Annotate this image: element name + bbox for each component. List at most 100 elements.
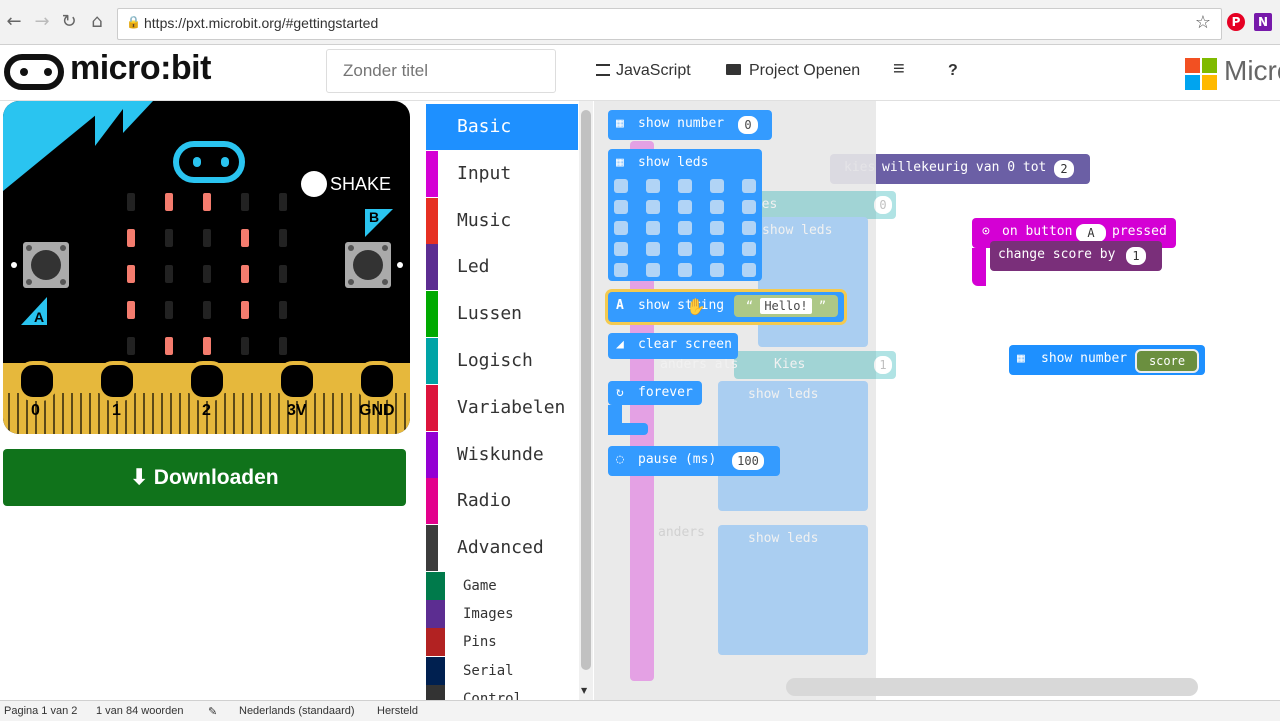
show-leds-cell[interactable] bbox=[614, 221, 628, 235]
show-leds-cell[interactable] bbox=[742, 179, 756, 193]
button-dropdown[interactable]: A bbox=[1076, 224, 1106, 242]
scroll-down-arrow-icon[interactable]: ▼ bbox=[581, 686, 587, 695]
show-leds-cell[interactable] bbox=[614, 179, 628, 193]
microbit-simulator[interactable]: SHAKE A B 0 1 2 3V GND bbox=[3, 101, 410, 434]
pinterest-icon[interactable]: P bbox=[1227, 13, 1245, 31]
toolbox: Basic Input Music Led Lussen Logisch Variabele… bbox=[424, 101, 595, 700]
clear-screen-block[interactable]: ◢ clear screen bbox=[608, 333, 738, 359]
pin-2[interactable] bbox=[187, 361, 227, 401]
show-number-block[interactable]: ▦ show number 0 bbox=[608, 110, 772, 140]
show-leds-cell[interactable] bbox=[710, 263, 724, 277]
toolbox-scroll-thumb[interactable] bbox=[581, 110, 591, 670]
ghost-anders-als: anders als bbox=[660, 357, 739, 372]
show-leds-grid[interactable] bbox=[612, 177, 762, 277]
change-score-value[interactable]: 1 bbox=[1126, 247, 1146, 265]
category-logisch[interactable]: Logisch bbox=[426, 338, 578, 384]
show-leds-cell[interactable] bbox=[678, 200, 692, 214]
download-button[interactable]: ⬇ Downloaden bbox=[3, 449, 406, 506]
show-leds-cell[interactable] bbox=[710, 221, 724, 235]
ghost-show-leds-label-1: show leds bbox=[748, 387, 819, 402]
led-off bbox=[203, 301, 211, 319]
javascript-button[interactable]: JavaScript bbox=[596, 62, 691, 80]
show-number-score-block[interactable]: ▦ show number score bbox=[1009, 345, 1205, 375]
microsoft-logo-icon[interactable] bbox=[1185, 58, 1217, 90]
show-leds-cell[interactable] bbox=[614, 200, 628, 214]
open-quote-icon: “ bbox=[745, 299, 761, 313]
forward-icon[interactable]: → bbox=[30, 10, 54, 34]
reload-icon[interactable]: ↻ bbox=[57, 10, 81, 34]
pin-gnd[interactable] bbox=[357, 361, 397, 401]
show-leds-cell[interactable] bbox=[710, 200, 724, 214]
workspace-horizontal-scrollbar[interactable] bbox=[786, 678, 1198, 696]
show-number-value[interactable]: 0 bbox=[738, 116, 758, 134]
hand-cursor-icon: ✋ bbox=[686, 297, 706, 316]
show-leds-cell[interactable] bbox=[742, 221, 756, 235]
score-variable[interactable]: score bbox=[1135, 349, 1199, 373]
brand-name[interactable]: micro:bit bbox=[70, 49, 211, 88]
show-leds-cell[interactable] bbox=[742, 200, 756, 214]
show-leds-cell[interactable] bbox=[646, 263, 660, 277]
category-lussen[interactable]: Lussen bbox=[426, 291, 578, 338]
show-leds-cell[interactable] bbox=[614, 242, 628, 256]
show-leds-cell[interactable] bbox=[742, 242, 756, 256]
category-led[interactable]: Led bbox=[426, 244, 578, 291]
help-button[interactable]: ? bbox=[948, 62, 958, 80]
pin-0[interactable] bbox=[17, 361, 57, 401]
show-leds-cell[interactable] bbox=[710, 179, 724, 193]
show-leds-cell[interactable] bbox=[678, 242, 692, 256]
show-leds-cell[interactable] bbox=[646, 242, 660, 256]
project-title-input[interactable] bbox=[326, 49, 556, 93]
subcategory-control[interactable]: Control bbox=[426, 684, 578, 700]
category-music[interactable]: Music bbox=[426, 197, 578, 244]
show-leds-cell[interactable] bbox=[678, 221, 692, 235]
subcategory-pins[interactable]: Pins bbox=[426, 628, 578, 657]
change-score-block[interactable]: change score by 1 bbox=[990, 241, 1162, 271]
subcategory-serial[interactable]: Serial bbox=[426, 656, 578, 685]
show-leds-cell[interactable] bbox=[646, 179, 660, 193]
pause-block[interactable]: ◌ pause (ms) 100 bbox=[608, 446, 780, 476]
show-leds-cell[interactable] bbox=[614, 263, 628, 277]
blocks-workspace[interactable]: kies willekeurig van 0 tot 2 ⊙ on button… bbox=[594, 101, 1280, 700]
show-leds-block[interactable]: ▦ show leds bbox=[608, 149, 762, 281]
home-icon[interactable]: ⌂ bbox=[85, 10, 109, 34]
show-leds-cell[interactable] bbox=[710, 242, 724, 256]
forever-block[interactable]: ↻ forever bbox=[608, 381, 702, 405]
show-string-icon: A bbox=[616, 298, 624, 313]
back-icon[interactable]: ← bbox=[2, 10, 26, 34]
show-string-value[interactable]: “ Hello! ” bbox=[734, 295, 838, 317]
category-input[interactable]: Input bbox=[426, 150, 578, 197]
pin-3v[interactable] bbox=[277, 361, 317, 401]
category-radio[interactable]: Radio bbox=[426, 478, 578, 525]
microbit-logo-icon[interactable] bbox=[4, 54, 64, 90]
category-variabelen[interactable]: Variabelen bbox=[426, 384, 578, 431]
onenote-icon[interactable]: N bbox=[1254, 13, 1272, 31]
pin-1[interactable] bbox=[97, 361, 137, 401]
subcategory-game[interactable]: Game bbox=[426, 572, 578, 600]
microsoft-text: Micro bbox=[1224, 55, 1280, 86]
button-b[interactable] bbox=[345, 242, 391, 288]
loop-icon: ↻ bbox=[616, 385, 624, 400]
shake-button[interactable] bbox=[301, 171, 327, 197]
category-advanced[interactable]: Advanced bbox=[426, 525, 578, 572]
bookmark-star-icon[interactable]: ☆ bbox=[1195, 12, 1211, 33]
category-label: Variabelen bbox=[457, 396, 566, 418]
show-leds-cell[interactable] bbox=[646, 200, 660, 214]
address-bar[interactable]: 🔒 https://pxt.microbit.org/#gettingstart… bbox=[117, 8, 1222, 40]
show-leds-cell[interactable] bbox=[646, 221, 660, 235]
subcategory-images[interactable]: Images bbox=[426, 600, 578, 629]
show-leds-cell[interactable] bbox=[742, 263, 756, 277]
random-max-value[interactable]: 2 bbox=[1054, 160, 1074, 178]
button-a[interactable] bbox=[23, 242, 69, 288]
pause-icon: ◌ bbox=[616, 452, 624, 467]
download-icon: ⬇ bbox=[130, 466, 148, 489]
show-string-block[interactable]: A show string “ Hello! ” bbox=[608, 292, 844, 322]
project-open-button[interactable]: Project Openen bbox=[726, 62, 860, 80]
category-wiskunde[interactable]: Wiskunde bbox=[426, 431, 578, 478]
pause-value[interactable]: 100 bbox=[732, 452, 764, 470]
hamburger-menu-icon[interactable]: ≡ bbox=[893, 58, 905, 81]
on-button-prefix: on button bbox=[1002, 224, 1073, 239]
show-leds-cell[interactable] bbox=[678, 263, 692, 277]
show-leds-cell[interactable] bbox=[678, 179, 692, 193]
category-basic[interactable]: Basic bbox=[426, 104, 578, 150]
touch-logo-icon[interactable] bbox=[173, 141, 245, 183]
